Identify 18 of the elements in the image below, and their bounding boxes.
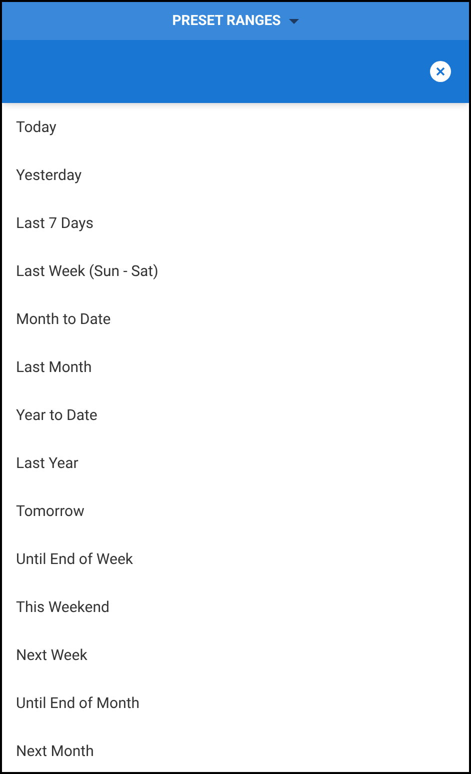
range-item[interactable]: Next Month <box>2 727 469 772</box>
range-item[interactable]: Month to Date <box>2 295 469 343</box>
range-item[interactable]: Last Month <box>2 343 469 391</box>
close-button[interactable] <box>430 61 451 82</box>
range-item[interactable]: This Weekend <box>2 583 469 631</box>
range-item[interactable]: Last 7 Days <box>2 199 469 247</box>
range-item[interactable]: Today <box>2 103 469 151</box>
close-icon <box>436 67 445 76</box>
range-item[interactable]: Year to Date <box>2 391 469 439</box>
range-item[interactable]: Last Year <box>2 439 469 487</box>
range-item[interactable]: Next Week <box>2 631 469 679</box>
caret-icon <box>288 18 299 24</box>
range-item[interactable]: Tomorrow <box>2 487 469 535</box>
range-item[interactable]: Until End of Month <box>2 679 469 727</box>
range-item[interactable]: Last Week (Sun - Sat) <box>2 247 469 295</box>
range-item[interactable]: Yesterday <box>2 151 469 199</box>
preset-ranges-dropdown[interactable]: PRESET RANGES <box>172 10 299 32</box>
range-item[interactable]: Until End of Week <box>2 535 469 583</box>
